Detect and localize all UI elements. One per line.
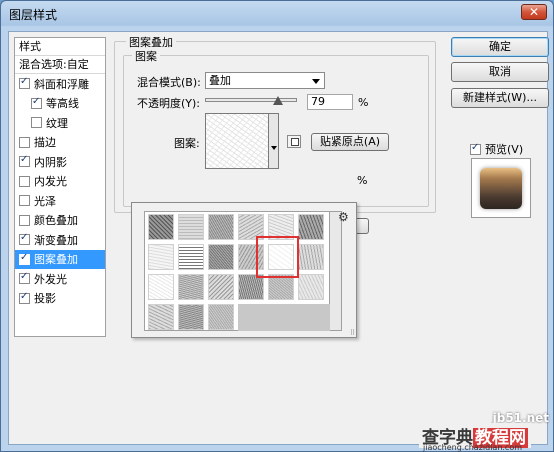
style-item-label: 内阴影 [34, 155, 67, 169]
pattern-swatch[interactable] [205, 113, 269, 169]
style-checkbox[interactable] [19, 154, 30, 168]
pattern-label: 图案: [174, 137, 200, 150]
style-preview [471, 158, 531, 218]
blending-options-item[interactable]: 混合选项:自定 [15, 56, 105, 74]
pattern-cell[interactable] [298, 274, 324, 300]
new-style-button[interactable]: 新建样式(W)... [451, 88, 549, 108]
layer-style-dialog: 图层样式 ✕ 样式 混合选项:自定 斜面和浮雕等高线纹理描边内阴影内发光光泽颜色… [0, 0, 554, 452]
hidden-button-edge[interactable] [357, 218, 369, 234]
blend-mode-select[interactable]: 叠加 [205, 72, 325, 89]
selected-pattern-highlight [256, 236, 299, 278]
new-preset-icon[interactable] [287, 135, 301, 148]
style-item[interactable]: 投影 [15, 289, 105, 309]
dialog-body: 样式 混合选项:自定 斜面和浮雕等高线纹理描边内阴影内发光光泽颜色叠加渐变叠加图… [8, 31, 549, 445]
style-item[interactable]: 内阴影 [15, 152, 105, 172]
pattern-picker-scrollbar[interactable] [330, 211, 342, 331]
style-item[interactable]: 颜色叠加 [15, 211, 105, 231]
style-checkbox[interactable] [19, 252, 30, 265]
style-checkbox[interactable] [31, 117, 42, 129]
style-item-label: 颜色叠加 [34, 214, 78, 228]
preview-label: 预览(V) [485, 143, 524, 156]
style-item[interactable]: 描边 [15, 133, 105, 153]
opacity-input[interactable]: 79 [307, 94, 353, 110]
pattern-dropdown-button[interactable] [269, 113, 279, 169]
pattern-grid [144, 211, 330, 331]
chevron-down-icon [312, 79, 320, 84]
style-item-label: 渐变叠加 [34, 233, 78, 247]
style-item[interactable]: 等高线 [15, 94, 105, 114]
pattern-grid-empty-area [238, 304, 330, 331]
pattern-picker-popup: ⚙ ⠿ [131, 202, 357, 338]
opacity-slider[interactable] [205, 98, 297, 102]
style-checkbox[interactable] [19, 232, 30, 246]
preview-checkbox[interactable] [470, 142, 481, 155]
opacity-label: 不透明度(Y): [137, 97, 201, 110]
resize-grip-icon[interactable]: ⠿ [350, 329, 355, 337]
style-item[interactable]: 图案叠加 [15, 249, 105, 269]
hidden-scale-unit: % [357, 174, 368, 187]
style-checkbox[interactable] [19, 175, 30, 187]
snap-to-origin-button[interactable]: 贴紧原点(A) [311, 133, 389, 151]
blend-mode-label: 混合模式(B): [137, 76, 201, 89]
style-item-label: 光泽 [34, 194, 56, 208]
style-checkbox[interactable] [19, 291, 30, 304]
pattern-cell[interactable] [208, 214, 234, 240]
style-item[interactable]: 渐变叠加 [15, 230, 105, 250]
pattern-cell[interactable] [148, 274, 174, 300]
pattern-cell[interactable] [178, 304, 204, 330]
style-item[interactable]: 光泽 [15, 191, 105, 211]
style-checkbox[interactable] [19, 271, 30, 285]
opacity-slider-thumb[interactable] [272, 96, 283, 105]
opacity-unit: % [358, 96, 369, 109]
preview-checkbox-row[interactable]: 预览(V) [470, 141, 523, 157]
style-checkbox[interactable] [19, 214, 30, 226]
style-item[interactable]: 外发光 [15, 269, 105, 289]
pattern-cell[interactable] [178, 214, 204, 240]
style-checkbox[interactable] [19, 136, 30, 148]
style-item-label: 描边 [34, 136, 56, 150]
preview-swatch [480, 168, 522, 209]
pattern-cell[interactable] [148, 244, 174, 270]
pattern-cell[interactable] [208, 244, 234, 270]
pattern-cell[interactable] [148, 304, 174, 330]
pattern-cell[interactable] [148, 214, 174, 240]
style-item[interactable]: 斜面和浮雕 [15, 74, 105, 94]
blend-mode-value: 叠加 [209, 74, 231, 87]
style-item-label: 纹理 [46, 116, 68, 130]
style-item-label: 内发光 [34, 175, 67, 189]
pattern-cell[interactable] [298, 214, 324, 240]
style-checkbox[interactable] [31, 96, 42, 109]
pattern-cell[interactable] [178, 244, 204, 270]
watermark-sub: jiaocheng.chazidian.com [423, 443, 523, 452]
styles-list: 样式 混合选项:自定 斜面和浮雕等高线纹理描边内阴影内发光光泽颜色叠加渐变叠加图… [14, 37, 106, 337]
style-checkbox[interactable] [19, 76, 30, 90]
pattern-cell[interactable] [208, 274, 234, 300]
style-item[interactable]: 内发光 [15, 172, 105, 192]
style-item-label: 等高线 [46, 97, 79, 111]
style-item[interactable]: 纹理 [15, 113, 105, 133]
cancel-button[interactable]: 取消 [451, 62, 549, 82]
ok-button[interactable]: 确定 [451, 37, 549, 57]
style-checkbox[interactable] [19, 195, 30, 207]
title-bar: 图层样式 ✕ [1, 1, 553, 25]
gear-icon[interactable]: ⚙ [338, 210, 349, 224]
pattern-group-title: 图案 [132, 48, 160, 64]
style-item-label: 外发光 [34, 272, 67, 286]
pattern-cell[interactable] [178, 274, 204, 300]
window-title: 图层样式 [9, 8, 58, 22]
pattern-cell[interactable] [298, 244, 324, 270]
style-item-label: 斜面和浮雕 [34, 77, 89, 91]
style-item-label: 投影 [34, 292, 56, 306]
watermark: jb51.net 查字典 教程网 jiaocheng.chazidian.com [419, 411, 554, 452]
close-button[interactable]: ✕ [521, 4, 547, 20]
styles-header[interactable]: 样式 [15, 38, 105, 56]
style-item-label: 图案叠加 [34, 253, 78, 267]
pattern-cell[interactable] [208, 304, 234, 330]
